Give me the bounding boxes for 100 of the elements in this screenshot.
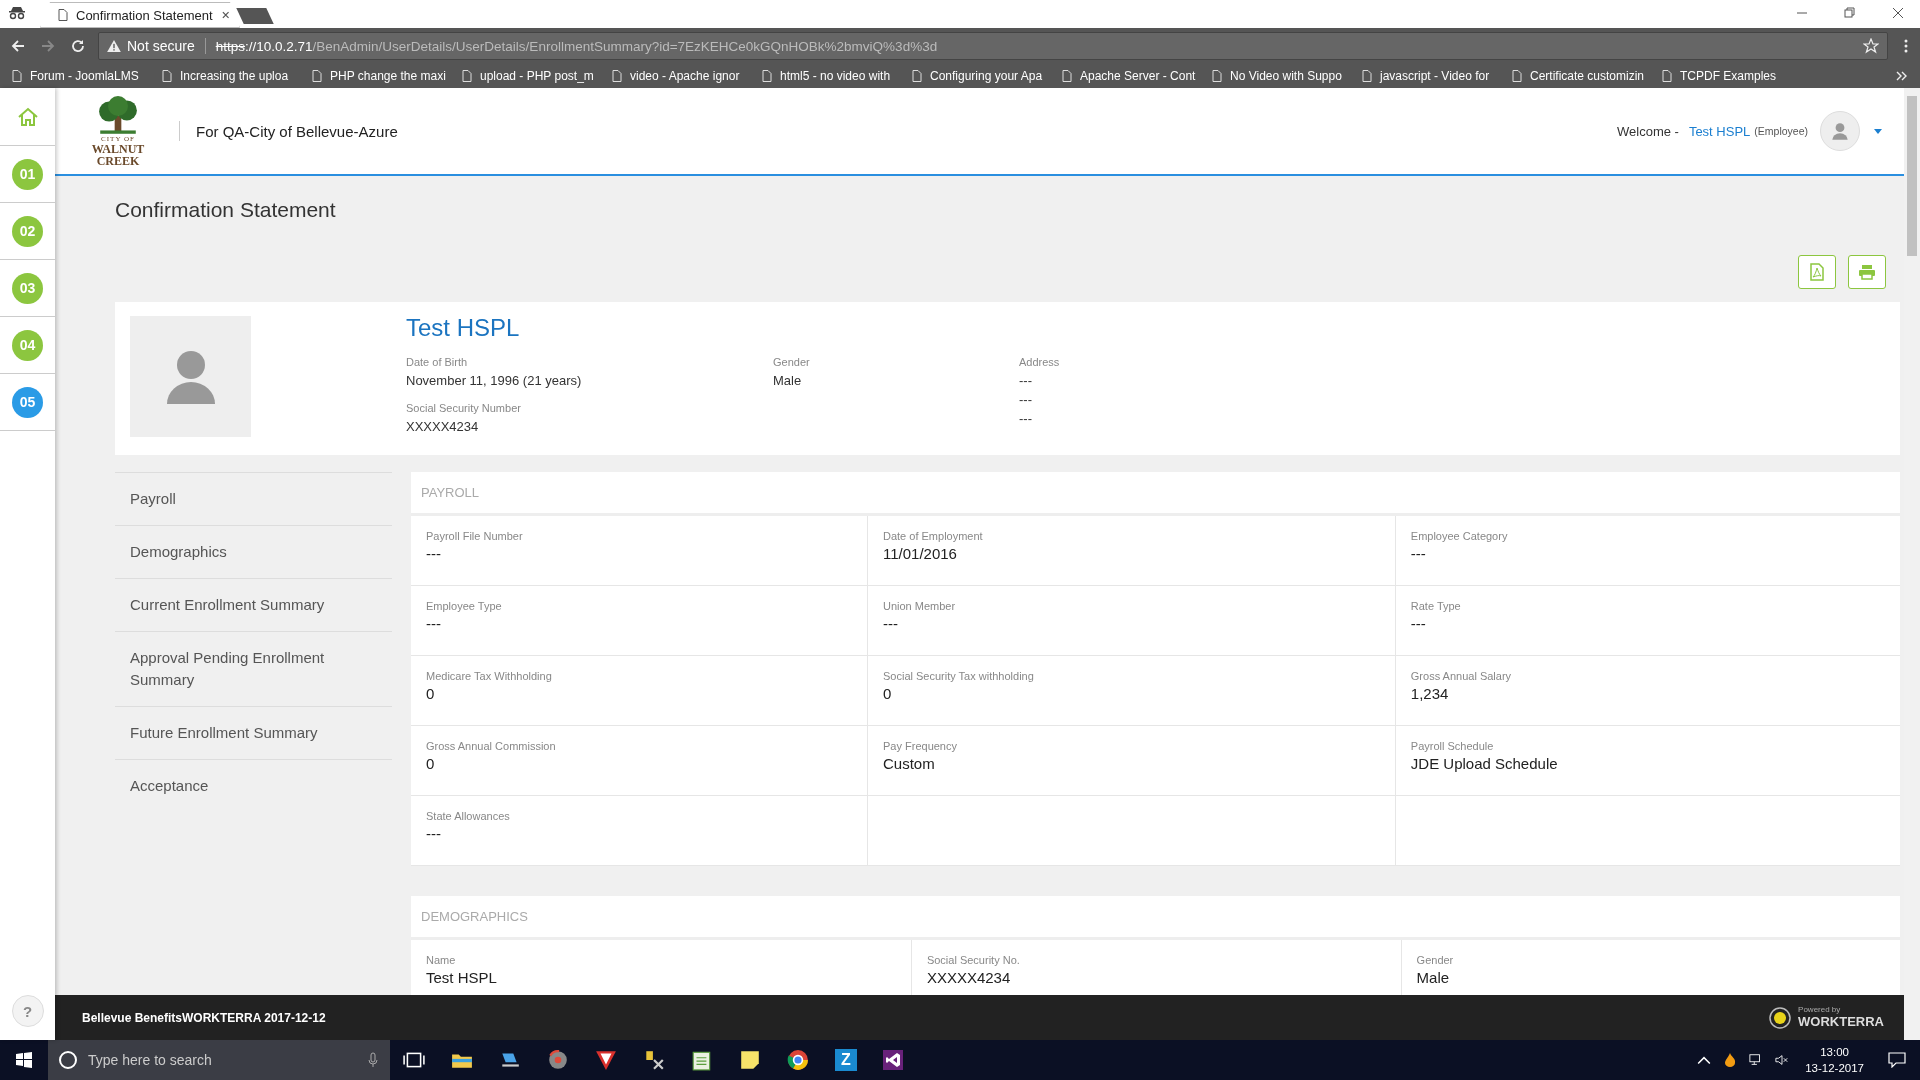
page-icon	[462, 70, 472, 82]
target-icon	[1768, 1005, 1793, 1030]
field-value: November 11, 1996 (21 years)	[406, 372, 583, 390]
bookmark-title: Configuring your Apa	[930, 69, 1043, 83]
field-value: ---	[426, 615, 442, 632]
avatar-icon[interactable]	[1820, 111, 1860, 151]
close-icon[interactable]	[1892, 7, 1904, 19]
bookmark-title: PHP change the maxi	[330, 69, 446, 83]
help-button[interactable]: ?	[11, 995, 44, 1027]
bookmark-title: video - Apache ignor	[630, 69, 740, 83]
scrollbar[interactable]	[1904, 88, 1920, 1040]
field-label: Union Member	[883, 600, 957, 612]
restore-icon[interactable]	[1844, 7, 1856, 19]
field-value: Male	[1416, 969, 1451, 986]
field-label: Name	[426, 954, 457, 966]
field-value: ---	[426, 825, 442, 842]
tools-icon[interactable]	[643, 1049, 665, 1071]
field-label: Employee Category	[1410, 530, 1509, 542]
footer-text: Bellevue BenefitsWORKTERRA 2017-12-12	[82, 1010, 326, 1025]
section-link[interactable]: Future Enrollment Summary	[115, 706, 392, 759]
field-label: Social Security Number	[406, 402, 522, 414]
bookmark-title: Apache Server - Cont	[1080, 69, 1196, 83]
field-value: 0	[426, 685, 436, 702]
bookmark-title: Increasing the uploa	[180, 69, 289, 83]
field-value: 0	[883, 685, 893, 702]
field-label: Social Security Tax withholding	[883, 670, 1035, 682]
circle-icon[interactable]	[58, 1050, 78, 1070]
clock-date[interactable]: 13-12-2017	[1805, 1060, 1864, 1077]
field-label: Payroll File Number	[426, 530, 524, 542]
field-value: ---	[883, 615, 899, 632]
section-link[interactable]: Current Enrollment Summary	[115, 578, 392, 631]
caret-icon[interactable]	[1874, 128, 1882, 134]
browser-tab[interactable]: Confirmation Statement	[40, 2, 240, 28]
field-label: Date of Employment	[883, 530, 984, 542]
mute-icon[interactable]	[1775, 1053, 1790, 1067]
field-label: Social Security No.	[926, 954, 1021, 966]
organization-name: For QA-City of Bellevue-Azure	[196, 122, 398, 140]
page-icon	[1512, 70, 1522, 82]
field-label: Gender	[1416, 954, 1455, 966]
reload-icon[interactable]	[70, 38, 86, 54]
bookmark-title: html5 - no video with	[780, 69, 891, 83]
url-text: https://10.0.2.71/BenAdmin/UserDetails/UserDetails/EnrollmentSummary?id=7EzKEHCe0kGQnHOBk%2bmviQ%3d%3d	[215, 38, 939, 54]
ribbon-icon[interactable]	[883, 1050, 903, 1070]
field-value: 1,234	[1410, 685, 1450, 702]
back-icon[interactable]	[10, 38, 26, 54]
address-bar[interactable]: Not secure https://10.0.2.71/BenAdmin/UserDetails/UserDetails/EnrollmentSummary?id=7EzKEHCe0kGQnHOBk%2bmviQ%3d%3d	[98, 32, 1888, 60]
section-link[interactable]: Demographics	[115, 525, 392, 578]
browser-icon[interactable]	[787, 1049, 809, 1071]
microphone-icon[interactable]	[368, 1052, 378, 1068]
close-icon[interactable]	[220, 10, 230, 20]
field-label: Gross Annual Commission	[426, 740, 557, 752]
incognito-icon	[6, 6, 28, 20]
section-link[interactable]: Payroll	[115, 472, 392, 525]
triangle-icon[interactable]	[595, 1049, 617, 1071]
windows-icon[interactable]	[16, 1052, 32, 1068]
field-value: JDE Upload Schedule	[1410, 755, 1559, 772]
welcome-label: Welcome -	[1617, 123, 1679, 139]
user-link[interactable]: Test HSPL	[1688, 123, 1751, 139]
chevron-icon[interactable]	[1896, 71, 1908, 81]
bookmark-title: javascript - Video for	[1380, 69, 1490, 83]
page-icon	[1212, 70, 1222, 82]
field-value: ---	[1019, 391, 1033, 409]
page-icon	[912, 70, 922, 82]
field-value: Test HSPL	[426, 969, 498, 986]
page-title: Confirmation Statement	[115, 198, 337, 222]
notepad-icon[interactable]	[691, 1049, 713, 1071]
clock-time[interactable]: 13:00	[1820, 1043, 1849, 1060]
field-value: ---	[1019, 372, 1033, 390]
printer-icon	[1858, 263, 1876, 281]
field-label: Gender	[773, 356, 811, 368]
new-tab-button[interactable]	[236, 8, 274, 24]
field-label: Medicare Tax Withholding	[426, 670, 553, 682]
field-value: Male	[773, 372, 803, 390]
star-icon[interactable]	[1863, 38, 1879, 54]
search-field[interactable]: Type here to search	[48, 1040, 390, 1080]
field-label: Date of Birth	[406, 356, 469, 368]
field-label: Employee Type	[426, 600, 503, 612]
section-link[interactable]: Acceptance	[115, 759, 392, 812]
field-label: Pay Frequency	[883, 740, 958, 752]
page-icon	[312, 70, 322, 82]
bookmark-title: Certificate customizin	[1530, 69, 1645, 83]
menu-icon[interactable]	[1904, 38, 1908, 54]
disc-icon[interactable]	[547, 1049, 569, 1071]
field-label: Rate Type	[1410, 600, 1462, 612]
pdf-icon	[1808, 263, 1826, 281]
field-value: Custom	[883, 755, 936, 772]
security-label: Not secure	[127, 38, 195, 54]
sticky-note-icon[interactable]	[739, 1049, 761, 1071]
notification-icon[interactable]	[1888, 1052, 1906, 1068]
section-link[interactable]: Approval Pending Enrollment Summary	[115, 631, 392, 706]
flame-icon[interactable]	[1723, 1053, 1738, 1067]
field-value: ---	[1410, 545, 1427, 562]
field-value: ---	[1410, 615, 1427, 632]
page-icon	[762, 70, 772, 82]
field-value: XXXXX4234	[926, 969, 1012, 986]
app-button[interactable]: Z	[835, 1049, 857, 1071]
powered-by-label: Powered by	[1798, 1005, 1842, 1015]
page-icon	[1362, 70, 1372, 82]
page-icon	[162, 70, 172, 82]
employee-name: Test HSPL	[406, 314, 521, 342]
